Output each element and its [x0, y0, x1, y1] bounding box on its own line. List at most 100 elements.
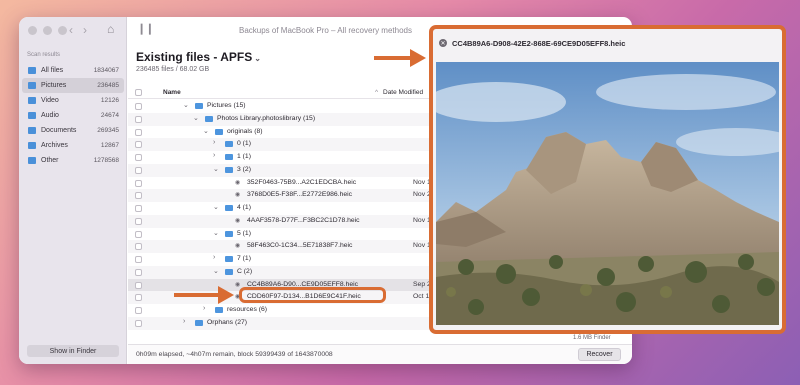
row-name: 1 (1)	[237, 153, 251, 160]
row-checkbox[interactable]	[135, 141, 142, 149]
folder-icon	[28, 67, 36, 74]
row-checkbox[interactable]	[135, 103, 142, 110]
forward-arrow-icon[interactable]: ›	[83, 23, 87, 37]
preview-title: CC4B89A6-D908-42E2-868E-69CE9D05EFF8.hei…	[452, 38, 626, 48]
row-name: Photos Library.photoslibrary (15)	[217, 114, 316, 122]
back-arrow-icon[interactable]: ‹	[69, 23, 73, 37]
other-icon	[28, 157, 36, 164]
sidebar-item-audio[interactable]: Audio 24674	[19, 108, 127, 123]
pause-icon[interactable]: ❙❙	[137, 22, 154, 35]
recover-button[interactable]: Recover	[578, 348, 621, 361]
chevron-right-icon[interactable]: ›	[203, 305, 205, 312]
scan-progress-text: 0h09m elapsed, ~4h07m remain, block 5939…	[136, 351, 333, 358]
zoom-window-button[interactable]	[58, 26, 67, 35]
folder-icon	[205, 115, 213, 122]
chevron-down-icon[interactable]: ⌄	[213, 203, 219, 211]
desert-rocks-photo	[436, 62, 779, 325]
column-name[interactable]: Name	[163, 89, 181, 96]
chevron-right-icon[interactable]: ›	[213, 152, 215, 159]
arrow-to-file-icon	[174, 286, 234, 304]
sidebar-item-label: Pictures	[41, 82, 67, 89]
row-checkbox[interactable]	[135, 281, 142, 289]
row-name: C (2)	[237, 267, 253, 275]
sidebar-item-other[interactable]: Other 1278568	[19, 153, 127, 168]
close-window-button[interactable]	[28, 26, 37, 35]
sidebar-item-label: Video	[41, 97, 59, 104]
sidebar-item-label: Audio	[41, 112, 59, 119]
chevron-down-icon[interactable]: ⌄	[203, 127, 209, 135]
chevron-right-icon[interactable]: ›	[213, 139, 215, 146]
chevron-down-icon[interactable]: ⌄	[254, 54, 261, 63]
folder-icon	[195, 319, 203, 326]
folder-icon	[215, 307, 223, 313]
sidebar-list: All files 1834067 Pictures 236485 Video 12126…	[19, 63, 127, 168]
show-in-finder-button[interactable]: Show in Finder	[27, 345, 119, 357]
sidebar-item-label: Other	[41, 157, 59, 164]
sidebar-item-label: Archives	[41, 142, 68, 149]
image-file-icon: ◉	[235, 179, 241, 186]
sidebar-item-pictures[interactable]: Pictures 236485	[22, 78, 124, 93]
status-bar: 1.6 MB Finder 0h09m elapsed, ~4h07m rema…	[128, 335, 632, 364]
sidebar-item-count: 1278568	[93, 157, 119, 164]
row-checkbox[interactable]	[135, 217, 142, 225]
home-icon[interactable]: ⌂	[107, 22, 114, 36]
row-name: 7 (1)	[237, 255, 251, 262]
sidebar-item-video[interactable]: Video 12126	[19, 93, 127, 108]
sidebar-item-archives[interactable]: Archives 12867	[19, 138, 127, 153]
close-icon[interactable]: ✕	[439, 39, 447, 47]
sidebar-item-count: 1834067	[93, 67, 119, 74]
sidebar-item-count: 269345	[97, 127, 119, 134]
row-checkbox[interactable]	[135, 319, 142, 327]
size-finder-label: 1.6 MB Finder	[573, 335, 611, 341]
chevron-right-icon[interactable]: ›	[183, 318, 185, 325]
folder-icon	[225, 268, 233, 275]
row-checkbox[interactable]	[135, 294, 142, 302]
column-date-modified[interactable]: Date Modified	[383, 89, 423, 96]
pictures-icon	[28, 82, 36, 89]
row-name: 4 (1)	[237, 204, 251, 211]
row-checkbox[interactable]	[135, 192, 142, 200]
window-title: Backups of MacBook Pro – All recovery me…	[239, 26, 412, 35]
row-name: originals (8)	[227, 127, 263, 135]
selected-file-highlight	[239, 287, 386, 303]
row-checkbox[interactable]	[135, 128, 142, 136]
folder-icon	[215, 128, 223, 135]
sidebar-item-documents[interactable]: Documents 269345	[19, 123, 127, 138]
row-name: Pictures (15)	[207, 102, 246, 109]
folder-icon	[225, 154, 233, 160]
sidebar: Scan results All files 1834067 Pictures 236…	[19, 44, 127, 168]
sidebar-item-all-files[interactable]: All files 1834067	[19, 63, 127, 78]
row-checkbox[interactable]	[135, 307, 142, 314]
chevron-down-icon[interactable]: ⌄	[183, 101, 189, 109]
photo-preview	[436, 62, 779, 325]
minimize-window-button[interactable]	[43, 26, 52, 35]
video-icon	[28, 97, 36, 104]
sidebar-item-label: Documents	[41, 127, 77, 134]
row-checkbox[interactable]	[135, 115, 142, 123]
row-checkbox[interactable]	[135, 243, 142, 251]
row-checkbox[interactable]	[135, 179, 142, 187]
chevron-down-icon[interactable]: ⌄	[213, 165, 219, 173]
select-all-checkbox[interactable]	[135, 89, 142, 96]
preview-panel: ✕ CC4B89A6-D908-42E2-868E-69CE9D05EFF8.h…	[429, 25, 786, 334]
row-checkbox[interactable]	[135, 205, 142, 212]
row-checkbox[interactable]	[135, 166, 142, 174]
folder-icon	[225, 230, 233, 237]
page-title[interactable]: Existing files - APFS ⌄	[136, 50, 261, 64]
chevron-right-icon[interactable]: ›	[213, 254, 215, 261]
chevron-down-icon[interactable]: ⌄	[193, 114, 199, 122]
page-title-text: Existing files - APFS	[136, 50, 253, 64]
arrow-to-preview-icon	[374, 49, 426, 67]
row-checkbox[interactable]	[135, 256, 142, 263]
row-checkbox[interactable]	[135, 154, 142, 161]
folder-icon	[225, 166, 233, 173]
row-name: 3 (2)	[237, 165, 251, 173]
sidebar-item-label: All files	[41, 67, 64, 74]
chevron-down-icon[interactable]: ⌄	[213, 229, 219, 237]
row-checkbox[interactable]	[135, 268, 142, 276]
preview-header: ✕ CC4B89A6-D908-42E2-868E-69CE9D05EFF8.h…	[433, 29, 782, 57]
chevron-down-icon[interactable]: ⌄	[213, 267, 219, 275]
row-name: 5 (1)	[237, 229, 251, 237]
row-checkbox[interactable]	[135, 230, 142, 238]
window-controls[interactable]	[28, 26, 67, 35]
